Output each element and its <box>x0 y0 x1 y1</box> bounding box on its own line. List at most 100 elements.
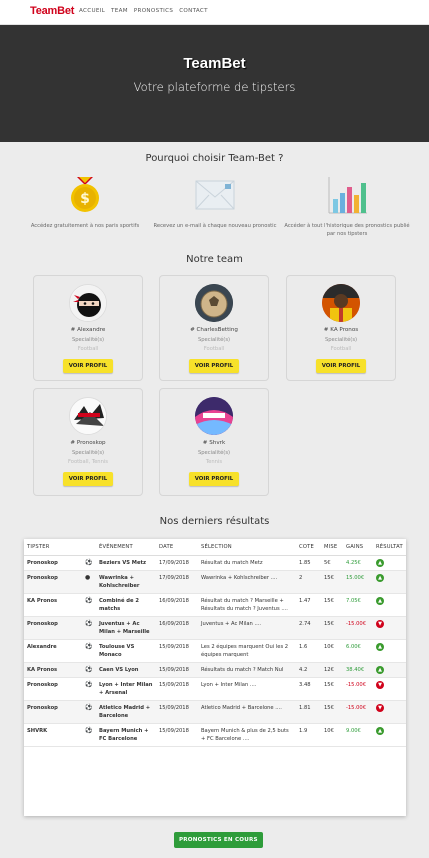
thumbs-down-icon: ▼ <box>376 620 384 628</box>
row-selection: Juventus + Ac Milan .... <box>198 616 296 640</box>
row-result: ▲ <box>373 662 406 678</box>
view-profile-button[interactable]: VOIR PROFIL <box>188 472 240 486</box>
row-selection: Résultat du match Metz <box>198 555 296 571</box>
row-tipster: Pronoskop <box>24 555 82 571</box>
row-tipster: Pronoskop <box>24 570 82 594</box>
col-sport <box>82 539 96 556</box>
col-mise: MISE <box>321 539 343 556</box>
view-profile-button[interactable]: VOIR PROFIL <box>62 472 114 486</box>
football-icon: ⚽ <box>85 666 93 673</box>
row-mise: 15€ <box>321 616 343 640</box>
feature-history: Accéder à tout l'historique des pronosti… <box>282 173 412 238</box>
row-gains: 38.40€ <box>343 662 373 678</box>
row-result: ▲ <box>373 555 406 571</box>
row-result: ▲ <box>373 639 406 663</box>
hero-banner: TeamBet Votre plateforme de tipsters <box>0 25 429 142</box>
member-name: # KA Pronos <box>323 327 359 333</box>
row-date: 17/09/2018 <box>156 555 198 571</box>
row-event: Atletico Madrid + Barcelone <box>96 700 156 724</box>
shvrk-avatar <box>195 397 233 435</box>
row-mise: 15€ <box>321 570 343 594</box>
row-event: Juventus + Ac Milan + Marseille <box>96 616 156 640</box>
row-gains: -15.00€ <box>343 616 373 640</box>
nav-link-pronostics[interactable]: PRONOSTICS <box>134 8 173 14</box>
row-selection: Wawrinka + Kohlschreiber .... <box>198 570 296 594</box>
row-mise: 15€ <box>321 677 343 701</box>
member-name: # Pronoskop <box>70 440 106 446</box>
row-sport: ⚽ <box>82 616 96 640</box>
member-sports: Football, Tennis <box>67 459 109 465</box>
team-card: # Shvrk Specialité(s) Tennis VOIR PROFIL <box>159 388 269 496</box>
ninja-avatar <box>69 284 107 322</box>
row-event: Caen VS Lyon <box>96 662 156 678</box>
thumbs-down-icon: ▼ <box>376 704 384 712</box>
row-sport: ⚽ <box>82 555 96 571</box>
table-row: Pronoskop ● Wawrinka + Kohlschreiber 17/09/… <box>24 570 406 594</box>
football-icon: ⚽ <box>85 727 93 734</box>
row-selection: Lyon + Inter Milan .... <box>198 677 296 701</box>
feature-free-text: Accédez gratuitement à nos paris sportif… <box>30 223 140 229</box>
row-event: Toulouse VS Monaco <box>96 639 156 663</box>
why-title: Pourquoi choisir Team-Bet ? <box>145 153 284 164</box>
col-result: RÉSULTAT <box>373 539 406 556</box>
member-spec-label: Specialité(s) <box>197 337 231 343</box>
row-gains: -15.00€ <box>343 700 373 724</box>
view-profile-button[interactable]: VOIR PROFIL <box>315 359 367 373</box>
member-spec-label: Specialité(s) <box>197 450 231 456</box>
row-gains: 7.05€ <box>343 593 373 617</box>
row-sport: ⚽ <box>82 593 96 617</box>
table-header-row: TIPSTER ÉVÉNEMENT DATE SÉLECTION COTE MI… <box>24 539 406 556</box>
table-row: KA Pronos ⚽ Combiné de 2 matchs 16/09/2018 R… <box>24 593 406 617</box>
current-pronostics-button[interactable]: PRONOSTICS EN COURS <box>174 832 263 848</box>
row-date: 16/09/2018 <box>156 616 198 640</box>
feature-history-text: Accéder à tout l'historique des pronosti… <box>284 223 410 237</box>
row-gains: -15.00€ <box>343 677 373 701</box>
row-cote: 1.47 <box>296 593 321 617</box>
table-row: Pronoskop ⚽ Atletico Madrid + Barcelone 15/… <box>24 700 406 724</box>
member-spec-label: Specialité(s) <box>71 450 105 456</box>
coin-dollar-icon: $ <box>63 173 107 217</box>
nav-link-accueil[interactable]: ACCUEIL <box>79 8 105 14</box>
nav-link-contact[interactable]: CONTACT <box>179 8 208 14</box>
col-tipster: TIPSTER <box>24 539 82 556</box>
row-date: 15/09/2018 <box>156 677 198 701</box>
hero-title: TeamBet <box>183 55 246 72</box>
row-selection: Résultats du match ? Match Nul <box>198 662 296 678</box>
row-sport: ⚽ <box>82 639 96 663</box>
row-date: 15/09/2018 <box>156 639 198 663</box>
feature-free: $ Accédez gratuitement à nos paris sport… <box>20 173 150 230</box>
row-tipster: SHVRK <box>24 723 82 747</box>
team-card: # KA Pronos Specialité(s) Football VOIR … <box>286 275 396 381</box>
member-sports: Tennis <box>205 459 223 465</box>
nav-link-team[interactable]: TEAM <box>111 8 128 14</box>
player-avatar <box>322 284 360 322</box>
thumbs-down-icon: ▼ <box>376 681 384 689</box>
football-icon: ⚽ <box>85 597 93 604</box>
row-sport: ⚽ <box>82 700 96 724</box>
football-icon: ⚽ <box>85 643 93 650</box>
envelope-icon <box>193 173 237 217</box>
hero-subtitle: Votre plateforme de tipsters <box>133 80 296 94</box>
view-profile-button[interactable]: VOIR PROFIL <box>188 359 240 373</box>
row-mise: 12€ <box>321 662 343 678</box>
site-logo[interactable]: TeamBet <box>30 5 74 17</box>
row-date: 15/09/2018 <box>156 700 198 724</box>
row-cote: 2 <box>296 570 321 594</box>
row-event: Wawrinka + Kohlschreiber <box>96 570 156 594</box>
table-row: Pronoskop ⚽ Beziers VS Metz 17/09/2018 Résul… <box>24 555 406 571</box>
football-icon: ⚽ <box>85 704 93 711</box>
row-sport: ⚽ <box>82 723 96 747</box>
row-tipster: Pronoskop <box>24 677 82 701</box>
thumbs-up-icon: ▲ <box>376 643 384 651</box>
table-row: Alexandre ⚽ Toulouse VS Monaco 15/09/2018 Le… <box>24 639 406 663</box>
row-event: Combiné de 2 matchs <box>96 593 156 617</box>
row-tipster: Pronoskop <box>24 700 82 724</box>
row-date: 15/09/2018 <box>156 723 198 747</box>
view-profile-button[interactable]: VOIR PROFIL <box>62 359 114 373</box>
row-sport: ● <box>82 570 96 594</box>
row-sport: ⚽ <box>82 677 96 701</box>
row-mise: 5€ <box>321 555 343 571</box>
row-gains: 9.00€ <box>343 723 373 747</box>
row-result: ▼ <box>373 700 406 724</box>
table-row: SHVRK ⚽ Bayern Munich + FC Barcelone 15/09/… <box>24 723 406 747</box>
